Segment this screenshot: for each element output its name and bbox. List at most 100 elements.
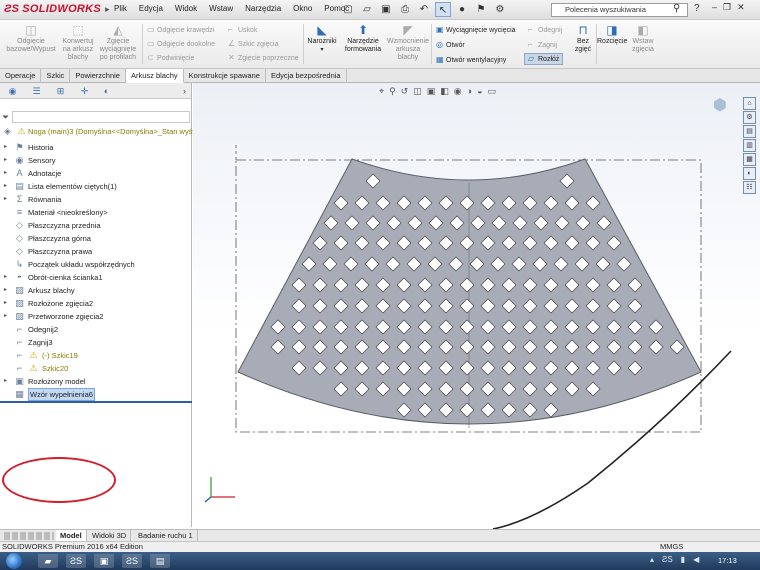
print-icon[interactable]: ⎙: [397, 2, 413, 17]
dimxpert-icon[interactable]: ✛: [78, 85, 91, 97]
jog-button[interactable]: ⌐ Uskok: [228, 25, 257, 35]
tree-item[interactable]: ▸ ▨ Rozłożone zgięcia2: [0, 297, 192, 310]
corners-button[interactable]: ◣ Narożniki ▾: [306, 24, 338, 54]
filter-icon[interactable]: ⏷: [2, 112, 9, 123]
forming-tool-button[interactable]: ⬆ Narzędzie formowania: [340, 24, 386, 54]
tree-item[interactable]: ▸ ▨ Przetworzone zgięcia2: [0, 310, 192, 323]
app2-taskbar-icon[interactable]: ▤: [150, 554, 170, 568]
insert-bends-button[interactable]: ◧ Wstaw zgięcia: [628, 24, 658, 54]
graphics-area[interactable]: ⌖ ⚲ ↺ ◫ ▣ ◧ ◉ ◑ ◒ ▭ ⬢ ⌂ ⚙ ▤ ▥ ▦ ◐ ☷: [193, 83, 760, 529]
vent-button[interactable]: ▦ Otwór wentylacyjny: [436, 55, 506, 65]
tree-item[interactable]: ↳ Początek układu współrzędnych: [0, 258, 192, 271]
solidworks-taskbar-icon[interactable]: ƧS: [66, 554, 86, 568]
tree-item[interactable]: ⌐ Odegnij2: [0, 323, 192, 336]
tree-item[interactable]: ⌐ ⚠ Szkic20: [0, 362, 192, 375]
tab-scroll-arrows[interactable]: [4, 532, 54, 540]
panel-expand-icon[interactable]: ›: [178, 85, 191, 97]
tree-item[interactable]: ◇ Płaszczyzna górna: [0, 232, 192, 245]
expand-arrow-icon[interactable]: ▸: [4, 297, 10, 310]
tree-item[interactable]: ▸ ◉ Sensory: [0, 154, 192, 167]
menu-wstaw[interactable]: Wstaw: [203, 4, 239, 13]
save-icon[interactable]: ▣: [378, 2, 394, 17]
rollback-bar[interactable]: [0, 401, 192, 403]
tree-root-part[interactable]: ◈ ⚠ Noga (main)3 (Domyślna<<Domyślna>_St…: [0, 125, 200, 138]
sheet-metal-gusset-button[interactable]: ◤ Wzmocnienie arkusza blachy: [386, 24, 430, 62]
fold-button[interactable]: ⌐ Zagnij: [528, 40, 557, 50]
lofted-bend-button[interactable]: ◭ Zgięcie wyciągnięte po profilach: [97, 24, 139, 62]
tree-item[interactable]: ▸ Σ Równania: [0, 193, 192, 206]
tree-filter-input[interactable]: [12, 111, 190, 123]
expand-arrow-icon[interactable]: ▸: [4, 180, 10, 193]
tree-item[interactable]: ⌐ ⚠ (-) Szkic19: [0, 349, 192, 362]
unfold-button[interactable]: ⌐ Odegnij: [528, 25, 562, 35]
tree-item[interactable]: ▸ ▨ Arkusz blachy: [0, 284, 192, 297]
hem-button[interactable]: ⊂ Podwinięcie: [147, 53, 194, 63]
flatten-button[interactable]: ▱ Rozłóż: [524, 53, 564, 65]
display-manager-icon[interactable]: ◐: [100, 85, 113, 97]
volume-icon[interactable]: ◀: [693, 555, 699, 564]
tab-szkic[interactable]: Szkic: [41, 69, 71, 83]
select-pointer-icon[interactable]: ↖: [435, 2, 451, 17]
tab-arkusz-blachy[interactable]: Arkusz blachy: [125, 69, 184, 83]
tree-item[interactable]: ▸ A Adnotacje: [0, 167, 192, 180]
edge-flange-button[interactable]: ▭ Odgięcie krawędzi: [147, 25, 214, 35]
expand-arrow-icon[interactable]: ▸: [4, 154, 10, 167]
tab-badanie-ruchu[interactable]: Badanie ruchu 1: [134, 530, 198, 541]
start-button[interactable]: [6, 553, 22, 569]
tab-widoki-3d[interactable]: Widoki 3D: [88, 530, 132, 541]
menu-narzedzia[interactable]: Narzędzia: [239, 4, 287, 13]
expand-arrow-icon[interactable]: ▸: [4, 375, 10, 388]
tree-item[interactable]: ▸ ▣ Rozłożony model: [0, 375, 192, 388]
open-file-icon[interactable]: ▱: [359, 2, 375, 17]
tree-item[interactable]: ▸ ▤ Lista elementów ciętych(1): [0, 180, 192, 193]
corners-dropdown-icon[interactable]: ▾: [306, 46, 338, 54]
network-icon[interactable]: ▮: [681, 555, 685, 564]
tab-konstrukcje-spawane[interactable]: Konstrukcje spawane: [184, 69, 266, 83]
base-flange-button[interactable]: ◫ Odgięcie bazowe/Wypust: [2, 24, 60, 54]
configuration-manager-icon[interactable]: ⊞: [54, 85, 67, 97]
undo-icon[interactable]: ↶: [416, 2, 432, 17]
app-taskbar-icon[interactable]: ▣: [94, 554, 114, 568]
clock[interactable]: 17:13: [718, 556, 737, 565]
cross-break-button[interactable]: ✕ Zgięcie poprzeczne: [228, 53, 299, 63]
tree-item[interactable]: ⌐ Zagnij3: [0, 336, 192, 349]
menu-okno[interactable]: Okno: [287, 4, 318, 13]
expand-arrow-icon[interactable]: ▸: [4, 167, 10, 180]
tree-item[interactable]: ▦ Wzór wypełnienia6: [0, 388, 192, 401]
expand-arrow-icon[interactable]: ▸: [4, 271, 10, 284]
expand-arrow-icon[interactable]: ▸: [4, 193, 10, 206]
expand-arrow-icon[interactable]: ▸: [4, 284, 10, 297]
app-tray-icon[interactable]: ƧS: [662, 555, 673, 564]
language-icon[interactable]: ▴: [650, 555, 654, 564]
convert-sheet-metal-button[interactable]: ⬚ Konwertuj na arkusz blachy: [58, 24, 98, 62]
tab-edycja-bezposrednia[interactable]: Edycja bezpośrednia: [266, 69, 347, 83]
menu-widok[interactable]: Widok: [169, 4, 203, 13]
menu-plik[interactable]: Plik: [108, 4, 133, 13]
solidworks-logo[interactable]: ƧS SOLIDWORKS ▸: [4, 3, 110, 15]
expand-arrow-icon[interactable]: ▸: [4, 141, 10, 154]
tree-item[interactable]: ◇ Płaszczyzna przednia: [0, 219, 192, 232]
feature-tree-icon[interactable]: ◉: [6, 85, 19, 97]
options-icon[interactable]: ⚙: [492, 2, 508, 17]
menu-edycja[interactable]: Edycja: [133, 4, 169, 13]
close-icon[interactable]: ✕: [737, 2, 745, 13]
sketched-bend-button[interactable]: ∠ Szkic zgięcia: [228, 39, 278, 49]
tab-operacje[interactable]: Operacje: [0, 69, 42, 83]
tree-item[interactable]: ◇ Płaszczyzna prawa: [0, 245, 192, 258]
tab-model[interactable]: Model: [56, 530, 87, 541]
restore-icon[interactable]: ❐: [723, 2, 731, 13]
tab-powierzchnie[interactable]: Powierzchnie: [70, 69, 126, 83]
tree-item[interactable]: ▸ ◓ Obrót-cienka ścianka1: [0, 271, 192, 284]
solidworks-window-taskbar-icon[interactable]: ƧS: [122, 554, 142, 568]
expand-arrow-icon[interactable]: ▸: [4, 310, 10, 323]
no-bends-button[interactable]: ⊓ Bez zgięć: [572, 24, 594, 54]
miter-flange-button[interactable]: ▭ Odgięcie dookolne: [147, 39, 215, 49]
hole-button[interactable]: ◎ Otwór: [436, 40, 465, 50]
search-input[interactable]: Polecenia wyszukiwania: [551, 3, 688, 17]
minimize-icon[interactable]: –: [712, 2, 717, 13]
help-icon[interactable]: ?: [694, 3, 700, 14]
property-manager-icon[interactable]: ☰: [30, 85, 43, 97]
extruded-cut-button[interactable]: ▣ Wyciągnięcie wycięcia: [436, 25, 516, 35]
tree-item[interactable]: ≡ Materiał <nieokreślony>: [0, 206, 192, 219]
tree-item[interactable]: ▸ ⚑ Historia: [0, 141, 192, 154]
